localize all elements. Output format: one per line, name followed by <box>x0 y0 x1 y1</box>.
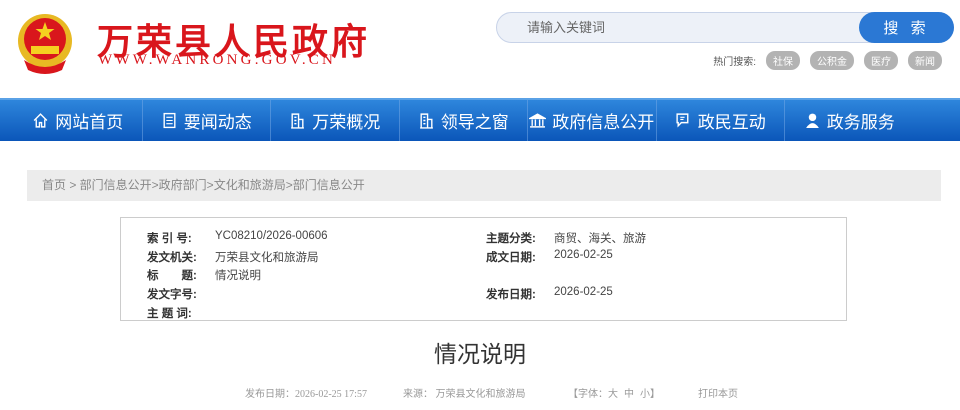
published-value: 2026-02-25 <box>554 286 613 298</box>
nav-label: 领导之窗 <box>440 113 509 132</box>
nav-leaders[interactable]: 领导之窗 <box>400 100 528 141</box>
government-icon <box>529 113 547 128</box>
index-label: 索 引 号: <box>147 233 192 245</box>
keywords-label: 主 题 词: <box>147 308 192 320</box>
nav-label: 要闻动态 <box>183 113 252 132</box>
nav-label: 万荣概况 <box>312 113 381 132</box>
search-input[interactable] <box>527 13 847 42</box>
nav-label: 网站首页 <box>55 113 124 132</box>
issuer-value: 万荣县文化和旅游局 <box>215 252 319 264</box>
nav-news[interactable]: 要闻动态 <box>143 100 271 141</box>
title-value: 情况说明 <box>215 270 261 282</box>
index-value: YC08210/2026-00606 <box>215 230 328 242</box>
article-title: 情况说明 <box>434 341 526 367</box>
font-medium-button[interactable]: 中 <box>624 385 634 400</box>
font-size-label: 【字体： <box>568 389 608 400</box>
nav-label: 政府信息公开 <box>552 113 655 132</box>
nav-home[interactable]: 网站首页 <box>14 100 143 141</box>
hot-tag[interactable]: 公积金 <box>810 51 854 70</box>
search-button[interactable]: 搜 索 <box>859 12 954 43</box>
building-icon <box>419 113 433 129</box>
created-value: 2026-02-25 <box>554 249 613 261</box>
source: 来源： 万荣县文化和旅游局 <box>403 389 526 400</box>
nav-services[interactable]: 政务服务 <box>785 100 914 141</box>
title-label: 标 题: <box>147 270 197 282</box>
topic-label: 主题分类: <box>486 233 536 245</box>
header: 万荣县人民政府 WWW.WANRONG.GOV.CN 搜 索 热门搜索: 社保 … <box>0 0 960 98</box>
font-size-close: 】 <box>650 389 660 400</box>
font-large-button[interactable]: 大 <box>608 385 618 400</box>
issuer-label: 发文机关: <box>147 252 197 264</box>
chat-icon <box>676 113 689 128</box>
document-icon <box>163 112 176 129</box>
main-nav: 网站首页 要闻动态 万荣概况 领导之窗 政府信息公开 政民互动 政务服务 <box>0 98 960 141</box>
nav-info-public[interactable]: 政府信息公开 <box>528 100 657 141</box>
created-label: 成文日期: <box>486 252 536 264</box>
building-icon <box>291 113 305 129</box>
article-meta: 发布日期：2026-02-25 17:57 来源： 万荣县文化和旅游局 【字体：… <box>245 385 738 400</box>
document-info-table: 索 引 号: YC08210/2026-00606 主题分类: 商贸、海关、旅游 发… <box>120 217 847 321</box>
hot-search-label: 热门搜索: <box>713 57 756 68</box>
nav-overview[interactable]: 万荣概况 <box>271 100 400 141</box>
published-label: 发布日期: <box>486 289 536 301</box>
breadcrumb[interactable]: 首页 > 部门信息公开>政府部门>文化和旅游局>部门信息公开 <box>27 170 941 201</box>
topic-value: 商贸、海关、旅游 <box>554 233 646 245</box>
national-emblem-logo <box>18 14 72 74</box>
publish-date: 发布日期：2026-02-25 17:57 <box>245 389 367 400</box>
hot-tag[interactable]: 社保 <box>766 51 800 70</box>
font-small-button[interactable]: 小 <box>640 385 650 400</box>
print-button[interactable]: 打印本页 <box>698 385 738 400</box>
home-icon <box>33 113 48 128</box>
docno-label: 发文字号: <box>147 289 197 301</box>
nav-label: 政务服务 <box>826 113 895 132</box>
nav-interaction[interactable]: 政民互动 <box>657 100 785 141</box>
hot-search: 热门搜索: 社保 公积金 医疗 新闻 <box>713 51 942 70</box>
search-box: 搜 索 <box>496 12 954 43</box>
user-icon <box>805 113 819 128</box>
hot-tag[interactable]: 医疗 <box>864 51 898 70</box>
site-url: WWW.WANRONG.GOV.CN <box>98 52 337 68</box>
hot-tag[interactable]: 新闻 <box>908 51 942 70</box>
nav-label: 政民互动 <box>697 113 766 132</box>
